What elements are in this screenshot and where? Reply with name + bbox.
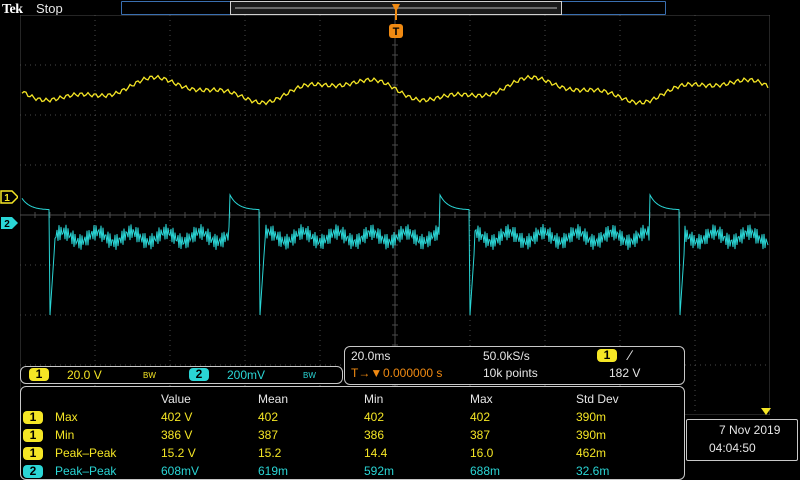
- ch1-marker-label: 1: [4, 193, 10, 204]
- sample-rate: 50.0kS/s: [483, 349, 530, 363]
- measurement-max: 16.0: [470, 446, 494, 460]
- trigger-level: 182 V: [609, 366, 641, 380]
- trigger-position-icon: T→▼: [351, 366, 383, 380]
- measurement-row[interactable]: 1 Max 402 V 402 402 402 390m: [23, 408, 676, 426]
- measurements-header-row: Value Mean Min Max Std Dev: [23, 390, 676, 408]
- trigger-position: 0.000000 s: [383, 366, 443, 380]
- timebase: 20.0ms: [351, 349, 391, 363]
- measurement-min: 402: [364, 410, 385, 424]
- header-min: Min: [364, 392, 384, 406]
- ch2-ground-marker[interactable]: 2: [0, 216, 18, 230]
- ch2-marker-label: 2: [4, 219, 10, 230]
- measurement-name: Peak–Peak: [55, 464, 117, 478]
- measurement-mean: 15.2: [258, 446, 282, 460]
- measurement-std: 390m: [576, 428, 607, 442]
- measurements-table: Value Mean Min Max Std Dev 1 Max 402 V 4…: [23, 390, 676, 480]
- header-max: Max: [470, 392, 493, 406]
- record-length: 10k points: [483, 366, 538, 380]
- measurement-row[interactable]: 1 Peak–Peak 15.2 V 15.2 14.4 16.0 462m: [23, 444, 676, 462]
- trigger-slope-icon: ∕: [629, 347, 632, 363]
- ch2-bandwidth-icon: BW: [303, 371, 316, 380]
- measurement-mean: 402: [258, 410, 279, 424]
- ch1-bandwidth-icon: BW: [143, 371, 156, 380]
- measurement-mean: 387: [258, 428, 279, 442]
- ch1-scale: 20.0 V: [67, 368, 102, 382]
- measurement-max: 387: [470, 428, 491, 442]
- row-channel-badge: 1: [23, 447, 43, 460]
- channel-settings-panel[interactable]: 1 20.0 V BW 2 200mV BW: [20, 366, 343, 384]
- date: 7 Nov 2019: [719, 423, 781, 437]
- header-value: Value: [161, 392, 191, 406]
- measurement-value: 402 V: [161, 410, 193, 424]
- row-channel-badge: 2: [23, 465, 43, 478]
- measurement-name: Peak–Peak: [55, 446, 117, 460]
- measurement-value: 15.2 V: [161, 446, 196, 460]
- measurement-min: 592m: [364, 464, 395, 478]
- measurement-max: 688m: [470, 464, 501, 478]
- measurement-row[interactable]: 2 Peak–Peak 608mV 619m 592m 688m 32.6m: [23, 462, 676, 480]
- measurement-std: 462m: [576, 446, 607, 460]
- measurement-row[interactable]: 1 Min 386 V 387 386 387 390m: [23, 426, 676, 444]
- ch2-badge[interactable]: 2: [189, 368, 209, 381]
- row-channel-badge: 1: [23, 411, 43, 424]
- measurement-value: 608mV: [161, 464, 200, 478]
- header-mean: Mean: [258, 392, 289, 406]
- ch2-scale: 200mV: [227, 368, 266, 382]
- header-std-dev: Std Dev: [576, 392, 619, 406]
- acquisition-panel[interactable]: 20.0ms 50.0kS/s 1 ∕ T→▼ 0.000000 s 10k p…: [344, 346, 685, 385]
- measurement-name: Max: [55, 410, 78, 424]
- trigger-source-badge[interactable]: 1: [597, 349, 617, 362]
- measurement-min: 14.4: [364, 446, 388, 460]
- time: 04:04:50: [709, 441, 756, 455]
- acquisition-status: Stop: [36, 1, 63, 16]
- measurement-max: 402: [470, 410, 491, 424]
- trigger-level-marker[interactable]: [760, 407, 772, 417]
- ch1-ground-marker[interactable]: 1: [0, 190, 18, 204]
- measurement-std: 390m: [576, 410, 607, 424]
- measurement-value: 386 V: [161, 428, 193, 442]
- measurement-mean: 619m: [258, 464, 289, 478]
- trigger-position-marker[interactable]: T: [388, 2, 404, 40]
- row-channel-badge: 1: [23, 429, 43, 442]
- ch1-badge[interactable]: 1: [29, 368, 49, 381]
- measurement-name: Min: [55, 428, 75, 442]
- measurements-panel[interactable]: Value Mean Min Max Std Dev 1 Max 402 V 4…: [20, 386, 685, 480]
- measurement-std: 32.6m: [576, 464, 610, 478]
- trigger-marker-label: T: [393, 26, 400, 38]
- datetime-panel[interactable]: 7 Nov 2019 04:04:50: [686, 419, 798, 461]
- measurement-min: 386: [364, 428, 385, 442]
